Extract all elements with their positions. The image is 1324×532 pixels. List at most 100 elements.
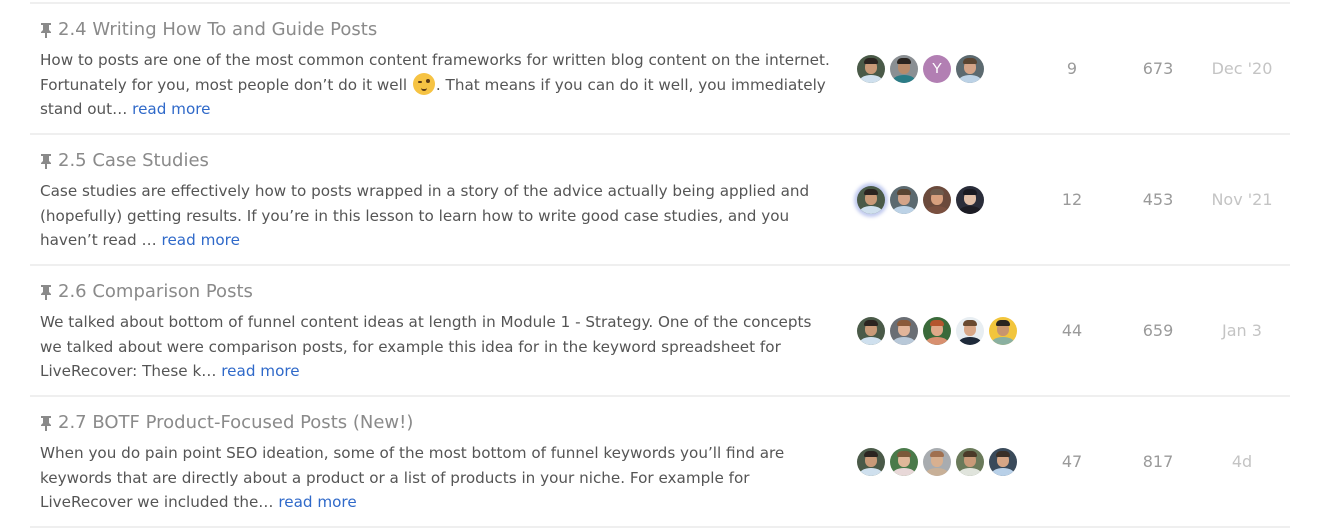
topic-row: 2.7 BOTF Product-Focused Posts (New!) Wh… xyxy=(30,397,1290,528)
avatar-shoulders xyxy=(892,74,916,83)
topic-title: 2.7 BOTF Product-Focused Posts (New!) xyxy=(58,412,414,433)
topic-row: 2.5 Case Studies Case studies are effect… xyxy=(30,135,1290,266)
poster-avatar[interactable] xyxy=(890,185,918,214)
avatar-hair xyxy=(864,319,878,326)
topic-main: 2.7 BOTF Product-Focused Posts (New!) Wh… xyxy=(40,411,830,515)
avatar-shoulders xyxy=(859,205,883,214)
poster-avatar[interactable] xyxy=(956,316,984,345)
poster-avatar[interactable] xyxy=(890,316,918,345)
pin-icon xyxy=(40,22,52,38)
poster-avatar[interactable] xyxy=(890,54,918,83)
avatar-hair xyxy=(963,319,977,326)
topic-title: 2.5 Case Studies xyxy=(58,150,209,171)
poster-avatar[interactable] xyxy=(857,447,885,476)
replies-count: 12 xyxy=(1061,190,1083,209)
avatar-shoulders xyxy=(859,467,883,476)
topic-excerpt: How to posts are one of the most common … xyxy=(40,48,830,122)
poster-avatar[interactable] xyxy=(989,316,1017,345)
topic-list: 2.4 Writing How To and Guide Posts How t… xyxy=(30,2,1290,528)
topic-main: 2.6 Comparison Posts We talked about bot… xyxy=(40,280,830,384)
avatar-shoulders xyxy=(958,336,982,345)
poster-avatar[interactable] xyxy=(923,316,951,345)
avatar-hair xyxy=(930,450,944,457)
avatar-hair xyxy=(930,188,944,195)
topic-title: 2.6 Comparison Posts xyxy=(58,281,253,302)
views-count: 453 xyxy=(1142,190,1174,209)
avatar-shoulders xyxy=(958,205,982,214)
pin-icon xyxy=(40,415,52,431)
read-more-link[interactable]: read more xyxy=(162,231,240,249)
excerpt-text: We talked about bottom of funnel content… xyxy=(40,313,812,380)
avatar-hair xyxy=(963,57,977,64)
topic-title-link[interactable]: 2.4 Writing How To and Guide Posts xyxy=(40,18,830,42)
topic-title-link[interactable]: 2.5 Case Studies xyxy=(40,149,830,173)
poster-avatar[interactable]: Y xyxy=(923,54,951,83)
avatar-shoulders xyxy=(925,336,949,345)
avatar-hair xyxy=(996,450,1010,457)
avatar-shoulders xyxy=(892,467,916,476)
topic-excerpt: We talked about bottom of funnel content… xyxy=(40,310,830,384)
pin-icon xyxy=(40,153,52,169)
read-more-link[interactable]: read more xyxy=(132,100,210,118)
poster-avatar[interactable] xyxy=(956,185,984,214)
topic-excerpt: When you do pain point SEO ideation, som… xyxy=(40,441,830,515)
poster-avatar[interactable] xyxy=(989,447,1017,476)
avatar-shoulders xyxy=(925,467,949,476)
poster-avatar[interactable] xyxy=(923,447,951,476)
poster-avatar[interactable] xyxy=(923,185,951,214)
views-count: 817 xyxy=(1142,452,1174,471)
poster-avatar[interactable] xyxy=(890,447,918,476)
activity-date[interactable]: 4d xyxy=(1202,397,1282,526)
topic-main: 2.5 Case Studies Case studies are effect… xyxy=(40,149,830,253)
poster-avatar[interactable] xyxy=(956,447,984,476)
posters xyxy=(857,266,1017,395)
poster-avatar[interactable] xyxy=(857,316,885,345)
avatar-shoulders xyxy=(991,336,1015,345)
avatar-hair xyxy=(897,57,911,64)
avatar-hair xyxy=(864,57,878,64)
avatar-shoulders xyxy=(991,467,1015,476)
avatar-hair xyxy=(864,188,878,195)
posters xyxy=(857,135,984,264)
wink-tongue-emoji-icon xyxy=(412,72,435,95)
activity-date[interactable]: Nov '21 xyxy=(1202,135,1282,264)
avatar-hair xyxy=(963,188,977,195)
read-more-link[interactable]: read more xyxy=(221,362,299,380)
avatar-shoulders xyxy=(859,74,883,83)
avatar-hair xyxy=(897,450,911,457)
read-more-link[interactable]: read more xyxy=(278,493,356,511)
replies-count: 47 xyxy=(1061,452,1083,471)
activity-date[interactable]: Jan 3 xyxy=(1202,266,1282,395)
topic-title-link[interactable]: 2.6 Comparison Posts xyxy=(40,280,830,304)
topic-row: 2.6 Comparison Posts We talked about bot… xyxy=(30,266,1290,397)
poster-avatar[interactable] xyxy=(857,185,885,214)
poster-avatar[interactable] xyxy=(956,54,984,83)
replies-count: 9 xyxy=(1066,59,1078,78)
topic-main: 2.4 Writing How To and Guide Posts How t… xyxy=(40,18,830,122)
posters: Y xyxy=(857,4,984,133)
activity-date[interactable]: Dec '20 xyxy=(1202,4,1282,133)
avatar-hair xyxy=(864,450,878,457)
topic-excerpt: Case studies are effectively how to post… xyxy=(40,179,830,253)
avatar-shoulders xyxy=(892,336,916,345)
poster-avatar[interactable] xyxy=(857,54,885,83)
replies-count: 44 xyxy=(1061,321,1083,340)
avatar-shoulders xyxy=(958,467,982,476)
avatar-hair xyxy=(930,319,944,326)
avatar-hair xyxy=(996,319,1010,326)
avatar-hair xyxy=(963,450,977,457)
excerpt-text: Case studies are effectively how to post… xyxy=(40,182,810,249)
views-count: 673 xyxy=(1142,59,1174,78)
avatar-shoulders xyxy=(925,205,949,214)
avatar-hair xyxy=(897,319,911,326)
topic-title: 2.4 Writing How To and Guide Posts xyxy=(58,19,378,40)
topic-row: 2.4 Writing How To and Guide Posts How t… xyxy=(30,4,1290,135)
avatar-shoulders xyxy=(859,336,883,345)
topic-title-link[interactable]: 2.7 BOTF Product-Focused Posts (New!) xyxy=(40,411,830,435)
excerpt-text: When you do pain point SEO ideation, som… xyxy=(40,444,785,511)
posters xyxy=(857,397,1017,526)
avatar-shoulders xyxy=(958,74,982,83)
avatar-shoulders xyxy=(892,205,916,214)
views-count: 659 xyxy=(1142,321,1174,340)
avatar-hair xyxy=(897,188,911,195)
